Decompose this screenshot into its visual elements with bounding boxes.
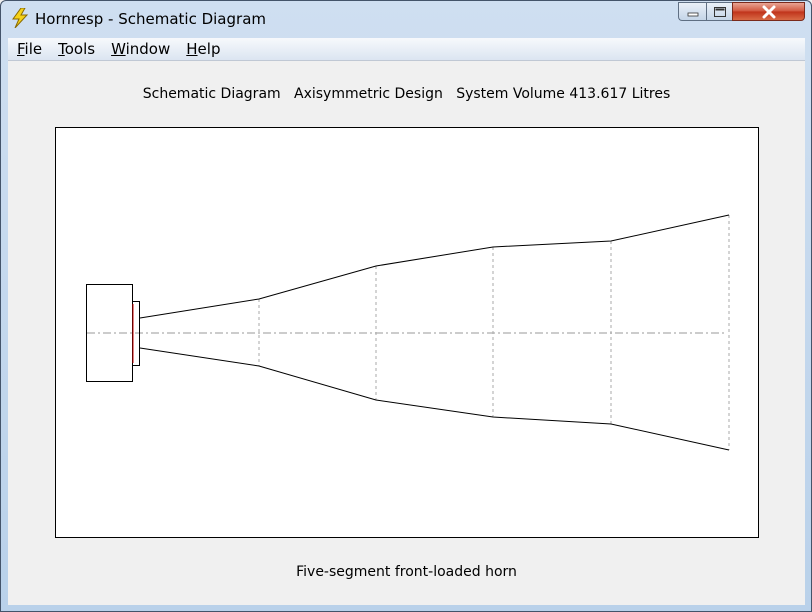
window-title: Hornresp - Schematic Diagram [35, 10, 266, 28]
minimize-button[interactable] [678, 2, 706, 21]
horn-lower-wall [139, 347, 730, 451]
horn-schematic [86, 214, 730, 451]
menu-bar: File Tools Window Help [8, 38, 805, 61]
client-area: Schematic Diagram Axisymmetric Design Sy… [8, 61, 805, 605]
app-window: Hornresp - Schematic Diagram File Tools Wi… [0, 0, 812, 612]
menu-window[interactable]: Window [103, 40, 178, 58]
diagram-header: Schematic Diagram Axisymmetric Design Sy… [142, 86, 671, 102]
close-button[interactable] [732, 2, 805, 21]
lightning-icon [12, 8, 29, 28]
menu-file[interactable]: File [8, 40, 50, 58]
title-bar[interactable]: Hornresp - Schematic Diagram [1, 1, 811, 37]
close-icon [762, 5, 775, 18]
schematic-canvas [55, 127, 759, 538]
minimize-icon [687, 12, 698, 16]
menu-tools[interactable]: Tools [50, 40, 103, 58]
maximize-icon [713, 6, 726, 17]
maximize-button[interactable] [706, 2, 732, 21]
diagram-caption: Five-segment front-loaded horn [296, 564, 517, 580]
horn-upper-wall [139, 214, 730, 319]
menu-help[interactable]: Help [178, 40, 228, 58]
